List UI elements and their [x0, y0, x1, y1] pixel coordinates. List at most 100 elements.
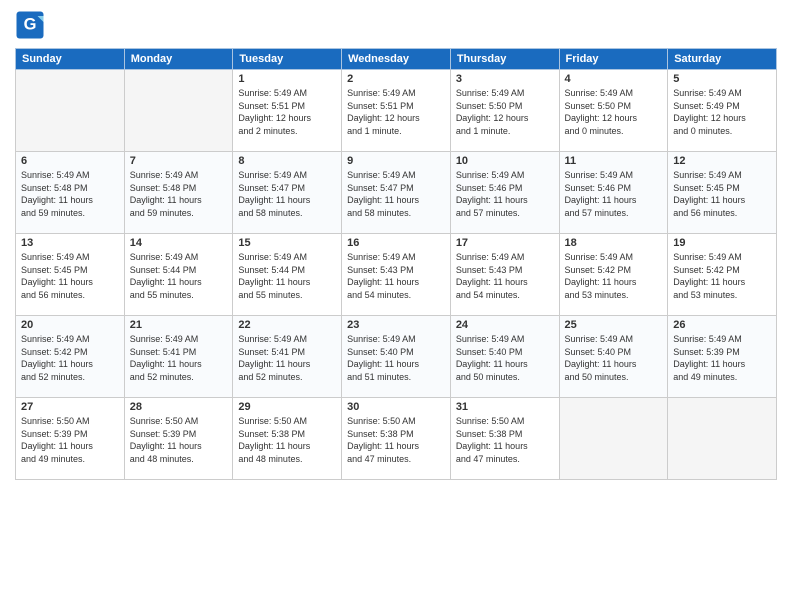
logo-icon: G [15, 10, 45, 40]
calendar-cell: 1Sunrise: 5:49 AM Sunset: 5:51 PM Daylig… [233, 70, 342, 152]
calendar-cell: 13Sunrise: 5:49 AM Sunset: 5:45 PM Dayli… [16, 234, 125, 316]
day-info: Sunrise: 5:49 AM Sunset: 5:39 PM Dayligh… [673, 333, 771, 383]
logo: G [15, 10, 49, 40]
day-info: Sunrise: 5:49 AM Sunset: 5:43 PM Dayligh… [347, 251, 445, 301]
day-info: Sunrise: 5:50 AM Sunset: 5:38 PM Dayligh… [238, 415, 336, 465]
day-info: Sunrise: 5:49 AM Sunset: 5:48 PM Dayligh… [130, 169, 228, 219]
day-number: 3 [456, 73, 554, 85]
day-number: 4 [565, 73, 663, 85]
day-number: 12 [673, 155, 771, 167]
day-number: 27 [21, 401, 119, 413]
day-info: Sunrise: 5:50 AM Sunset: 5:39 PM Dayligh… [21, 415, 119, 465]
day-number: 22 [238, 319, 336, 331]
calendar-cell: 7 Sunrise: 5:49 AM Sunset: 5:48 PM Daylig… [124, 152, 233, 234]
weekday-header: Monday [124, 49, 233, 70]
calendar-cell: 28Sunrise: 5:50 AM Sunset: 5:39 PM Dayli… [124, 398, 233, 480]
calendar-week-row: 13Sunrise: 5:49 AM Sunset: 5:45 PM Dayli… [16, 234, 777, 316]
day-info: Sunrise: 5:49 AM Sunset: 5:43 PM Dayligh… [456, 251, 554, 301]
calendar-cell: 16 Sunrise: 5:49 AM Sunset: 5:43 PM Dayli… [342, 234, 451, 316]
calendar-cell: 29 Sunrise: 5:50 AM Sunset: 5:38 PM Dayli… [233, 398, 342, 480]
day-number: 28 [130, 401, 228, 413]
calendar-cell: 6Sunrise: 5:49 AM Sunset: 5:48 PM Daylig… [16, 152, 125, 234]
day-number: 18 [565, 237, 663, 249]
calendar-cell: 10 Sunrise: 5:49 AM Sunset: 5:46 PM Dayli… [450, 152, 559, 234]
calendar-cell: 22 Sunrise: 5:49 AM Sunset: 5:41 PM Dayli… [233, 316, 342, 398]
day-info: Sunrise: 5:49 AM Sunset: 5:42 PM Dayligh… [565, 251, 663, 301]
calendar-cell: 24 Sunrise: 5:49 AM Sunset: 5:40 PM Dayli… [450, 316, 559, 398]
calendar-table: SundayMondayTuesdayWednesdayThursdayFrid… [15, 48, 777, 480]
day-number: 31 [456, 401, 554, 413]
day-info: Sunrise: 5:49 AM Sunset: 5:42 PM Dayligh… [21, 333, 119, 383]
day-info: Sunrise: 5:49 AM Sunset: 5:45 PM Dayligh… [673, 169, 771, 219]
calendar-week-row: 27 Sunrise: 5:50 AM Sunset: 5:39 PM Dayli… [16, 398, 777, 480]
calendar-week-row: 1 Sunrise: 5:49 AM Sunset: 5:51 PM Daylig… [16, 70, 777, 152]
day-info: Sunrise: 5:49 AM Sunset: 5:42 PM Dayligh… [673, 251, 771, 301]
day-number: 25 [565, 319, 663, 331]
calendar-cell: 17 Sunrise: 5:49 AM Sunset: 5:43 PM Dayli… [450, 234, 559, 316]
day-info: Sunrise: 5:49 AM Sunset: 5:50 PM Dayligh… [565, 87, 663, 137]
calendar-cell: 12 Sunrise: 5:49 AM Sunset: 5:45 PM Dayli… [668, 152, 777, 234]
weekday-header-row: SundayMondayTuesdayWednesdayThursdayFrid… [16, 49, 777, 70]
day-info: Sunrise: 5:49 AM Sunset: 5:48 PM Dayligh… [21, 169, 119, 219]
calendar-week-row: 20 Sunrise: 5:49 AM Sunset: 5:42 PM Dayli… [16, 316, 777, 398]
day-info: Sunrise: 5:49 AM Sunset: 5:44 PM Dayligh… [238, 251, 336, 301]
calendar-cell: 27 Sunrise: 5:50 AM Sunset: 5:39 PM Dayli… [16, 398, 125, 480]
day-info: Sunrise: 5:49 AM Sunset: 5:41 PM Dayligh… [130, 333, 228, 383]
day-number: 5 [673, 73, 771, 85]
day-number: 30 [347, 401, 445, 413]
weekday-header: Tuesday [233, 49, 342, 70]
day-info: Sunrise: 5:50 AM Sunset: 5:38 PM Dayligh… [456, 415, 554, 465]
day-number: 17 [456, 237, 554, 249]
calendar-cell: 9Sunrise: 5:49 AM Sunset: 5:47 PM Daylig… [342, 152, 451, 234]
calendar-cell: 14 Sunrise: 5:49 AM Sunset: 5:44 PM Dayli… [124, 234, 233, 316]
day-number: 14 [130, 237, 228, 249]
weekday-header: Thursday [450, 49, 559, 70]
day-number: 19 [673, 237, 771, 249]
calendar-cell: 26 Sunrise: 5:49 AM Sunset: 5:39 PM Dayli… [668, 316, 777, 398]
day-number: 7 [130, 155, 228, 167]
calendar-cell [124, 70, 233, 152]
day-info: Sunrise: 5:49 AM Sunset: 5:50 PM Dayligh… [456, 87, 554, 137]
calendar-cell: 23Sunrise: 5:49 AM Sunset: 5:40 PM Dayli… [342, 316, 451, 398]
day-info: Sunrise: 5:49 AM Sunset: 5:47 PM Dayligh… [238, 169, 336, 219]
day-info: Sunrise: 5:50 AM Sunset: 5:38 PM Dayligh… [347, 415, 445, 465]
weekday-header: Wednesday [342, 49, 451, 70]
day-number: 21 [130, 319, 228, 331]
day-info: Sunrise: 5:49 AM Sunset: 5:46 PM Dayligh… [565, 169, 663, 219]
day-number: 1 [238, 73, 336, 85]
calendar-cell: 2Sunrise: 5:49 AM Sunset: 5:51 PM Daylig… [342, 70, 451, 152]
svg-text:G: G [24, 16, 37, 34]
calendar-cell: 3 Sunrise: 5:49 AM Sunset: 5:50 PM Daylig… [450, 70, 559, 152]
calendar-cell: 4 Sunrise: 5:49 AM Sunset: 5:50 PM Daylig… [559, 70, 668, 152]
day-info: Sunrise: 5:49 AM Sunset: 5:49 PM Dayligh… [673, 87, 771, 137]
calendar-cell: 15 Sunrise: 5:49 AM Sunset: 5:44 PM Dayli… [233, 234, 342, 316]
day-info: Sunrise: 5:49 AM Sunset: 5:40 PM Dayligh… [565, 333, 663, 383]
day-number: 26 [673, 319, 771, 331]
calendar-cell [668, 398, 777, 480]
day-info: Sunrise: 5:49 AM Sunset: 5:41 PM Dayligh… [238, 333, 336, 383]
calendar-cell: 21 Sunrise: 5:49 AM Sunset: 5:41 PM Dayli… [124, 316, 233, 398]
day-number: 24 [456, 319, 554, 331]
weekday-header: Sunday [16, 49, 125, 70]
day-number: 15 [238, 237, 336, 249]
header: G [15, 10, 777, 40]
calendar-week-row: 6Sunrise: 5:49 AM Sunset: 5:48 PM Daylig… [16, 152, 777, 234]
calendar-cell: 31 Sunrise: 5:50 AM Sunset: 5:38 PM Dayli… [450, 398, 559, 480]
day-number: 16 [347, 237, 445, 249]
calendar-cell [559, 398, 668, 480]
day-info: Sunrise: 5:49 AM Sunset: 5:46 PM Dayligh… [456, 169, 554, 219]
day-info: Sunrise: 5:49 AM Sunset: 5:44 PM Dayligh… [130, 251, 228, 301]
day-info: Sunrise: 5:49 AM Sunset: 5:45 PM Dayligh… [21, 251, 119, 301]
calendar-cell: 25 Sunrise: 5:49 AM Sunset: 5:40 PM Dayli… [559, 316, 668, 398]
calendar-cell: 30 Sunrise: 5:50 AM Sunset: 5:38 PM Dayli… [342, 398, 451, 480]
calendar-cell: 18 Sunrise: 5:49 AM Sunset: 5:42 PM Dayli… [559, 234, 668, 316]
day-number: 10 [456, 155, 554, 167]
calendar-cell: 19 Sunrise: 5:49 AM Sunset: 5:42 PM Dayli… [668, 234, 777, 316]
day-info: Sunrise: 5:49 AM Sunset: 5:47 PM Dayligh… [347, 169, 445, 219]
day-number: 20 [21, 319, 119, 331]
day-number: 8 [238, 155, 336, 167]
day-info: Sunrise: 5:49 AM Sunset: 5:51 PM Dayligh… [347, 87, 445, 137]
day-number: 29 [238, 401, 336, 413]
day-number: 11 [565, 155, 663, 167]
day-info: Sunrise: 5:49 AM Sunset: 5:40 PM Dayligh… [456, 333, 554, 383]
